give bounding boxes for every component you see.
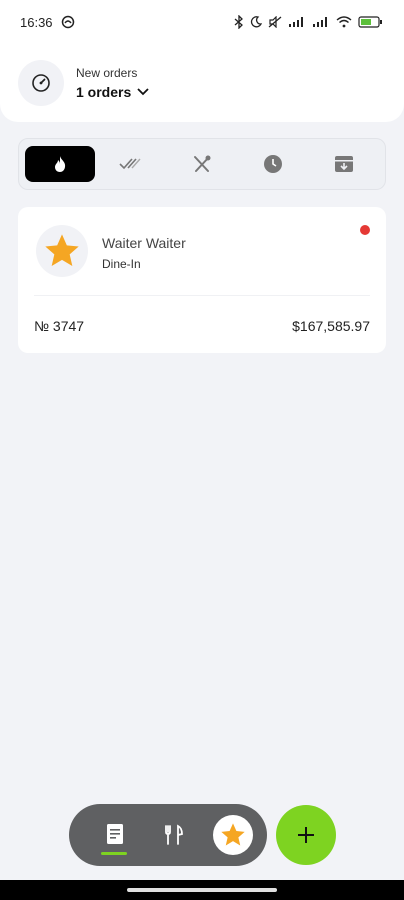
card-divider [34, 295, 370, 296]
bottom-nav [69, 804, 267, 866]
android-debug-icon [61, 15, 74, 29]
nav-orders[interactable] [93, 813, 137, 857]
double-check-icon [119, 158, 141, 170]
order-type: Dine-In [102, 257, 141, 271]
star-icon [45, 234, 79, 266]
wifi-icon [336, 16, 352, 28]
new-orders-label: New orders [76, 66, 138, 80]
add-order-button[interactable] [276, 805, 336, 865]
tab-scheduled[interactable] [238, 146, 308, 182]
status-bar: 16:36 [0, 0, 404, 44]
mute-icon [268, 16, 282, 28]
order-amount: $167,585.97 [292, 318, 370, 334]
signal-icon [313, 17, 327, 27]
plus-icon [298, 827, 314, 843]
order-card[interactable]: Waiter Waiter Dine-In № 3747 $167,585.97 [18, 207, 386, 353]
order-number: № 3747 [34, 318, 85, 334]
home-gesture-handle[interactable] [127, 888, 277, 892]
tab-new[interactable] [25, 146, 95, 182]
orders-dropdown[interactable]: 1 orders [76, 84, 149, 100]
status-time: 16:36 [20, 14, 53, 30]
new-status-dot [360, 225, 370, 235]
star-icon [221, 823, 245, 846]
clock-icon [264, 155, 282, 173]
new-orders-header: New orders 1 orders [0, 44, 404, 122]
chevron-down-icon [137, 88, 149, 96]
waiter-avatar [36, 225, 88, 277]
tab-completed[interactable] [96, 146, 166, 182]
signal-icon [289, 17, 303, 27]
fire-icon [55, 156, 66, 172]
nav-menu[interactable] [152, 813, 196, 857]
battery-icon [358, 16, 382, 28]
receipt-icon [107, 824, 123, 844]
tab-archive[interactable] [309, 146, 379, 182]
system-navigation-bar [0, 880, 404, 900]
cutlery-icon [165, 824, 183, 845]
fork-knife-icon [194, 155, 211, 172]
bluetooth-icon [234, 15, 243, 29]
tab-serving[interactable] [167, 146, 237, 182]
dashboard-gauge-icon[interactable] [18, 60, 64, 106]
moon-icon [250, 16, 262, 28]
orders-count: 1 orders [76, 84, 132, 100]
waiter-name: Waiter Waiter [102, 235, 186, 251]
nav-favorites[interactable] [211, 813, 255, 857]
archive-icon [335, 156, 353, 172]
order-status-tabs [18, 138, 386, 190]
